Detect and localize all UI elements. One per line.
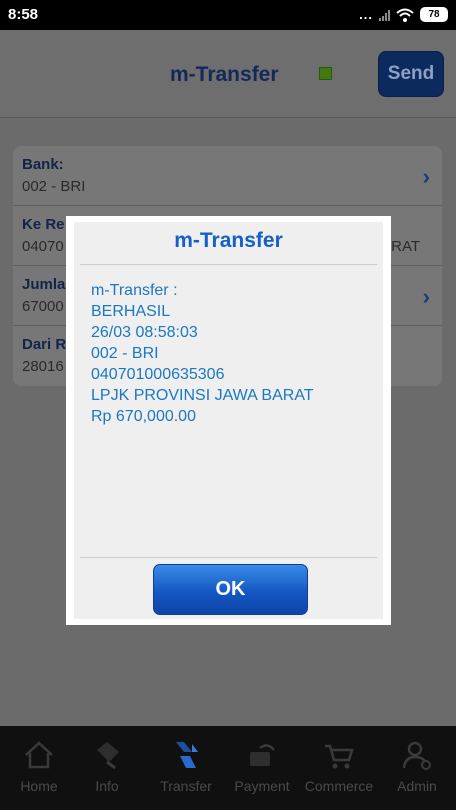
app-header: m-Transfer Send	[0, 30, 456, 118]
recipient-label: Ke Re	[22, 216, 65, 233]
chevron-right-icon: ›	[422, 164, 430, 189]
dialog-title: m-Transfer	[174, 229, 283, 252]
page-title: m-Transfer	[170, 63, 279, 86]
message-status: BERHASIL	[91, 303, 171, 320]
nav-label-admin: Admin	[397, 778, 437, 794]
more-dots-icon: ...	[359, 7, 373, 22]
nav-item-admin[interactable]: Admin	[382, 726, 452, 810]
status-bar: 8:58 ... 78	[0, 0, 456, 30]
status-icons: ... 78	[359, 7, 448, 22]
chevron-right-icon: ›	[422, 284, 430, 309]
signal-icon	[379, 9, 390, 21]
transfer-icon	[176, 742, 198, 768]
message-timestamp: 26/03 08:58:03	[91, 324, 198, 341]
nav-item-info[interactable]: Info	[72, 726, 142, 810]
bank-label: Bank:	[22, 156, 64, 173]
dialog-body: m-Transfer m-Transfer : BERHASIL 26/03 0…	[74, 222, 383, 619]
amount-label: Jumla	[22, 276, 66, 293]
bank-value: 002 - BRI	[22, 178, 86, 195]
status-time: 8:58	[8, 6, 39, 23]
message-account-name: LPJK PROVINSI JAWA BARAT	[91, 387, 314, 404]
info-icon	[97, 742, 119, 770]
nav-item-home[interactable]: Home	[4, 726, 74, 810]
nav-label-info: Info	[95, 778, 119, 794]
dialog-message: m-Transfer : BERHASIL 26/03 08:58:03 002…	[91, 280, 371, 427]
message-amount: Rp 670,000.00	[91, 408, 196, 425]
payment-icon	[250, 744, 275, 766]
source-label: Dari R	[22, 336, 67, 353]
nav-label-home: Home	[20, 778, 58, 794]
divider	[80, 557, 377, 558]
wifi-icon	[396, 8, 414, 22]
nav-label-transfer: Transfer	[160, 778, 212, 794]
message-account-number: 040701000635306	[91, 366, 225, 383]
recipient-value: 04070	[22, 238, 64, 255]
battery-icon: 78	[420, 7, 448, 22]
nav-label-commerce: Commerce	[304, 778, 374, 794]
message-header: m-Transfer :	[91, 282, 178, 299]
nav-item-commerce[interactable]: Commerce	[304, 726, 374, 810]
send-button[interactable]: Send	[378, 51, 444, 97]
nav-item-transfer[interactable]: Transfer	[151, 726, 221, 810]
divider	[80, 264, 377, 265]
message-bank: 002 - BRI	[91, 345, 159, 362]
bottom-nav: Home Info Transfer Payment Commerce Admi…	[0, 726, 456, 810]
form-row-bank[interactable]: Bank: 002 - BRI ›	[13, 146, 442, 206]
connection-indicator	[319, 67, 332, 80]
nav-item-payment[interactable]: Payment	[227, 726, 297, 810]
result-dialog: m-Transfer m-Transfer : BERHASIL 26/03 0…	[66, 216, 391, 625]
recipient-name-value: RAT	[391, 238, 420, 255]
admin-icon	[402, 741, 431, 770]
nav-label-payment: Payment	[234, 778, 290, 794]
home-icon	[25, 741, 53, 769]
ok-button[interactable]: OK	[153, 564, 308, 615]
source-value: 28016	[22, 358, 64, 375]
amount-value: 67000	[22, 298, 64, 315]
cart-icon	[325, 744, 354, 769]
